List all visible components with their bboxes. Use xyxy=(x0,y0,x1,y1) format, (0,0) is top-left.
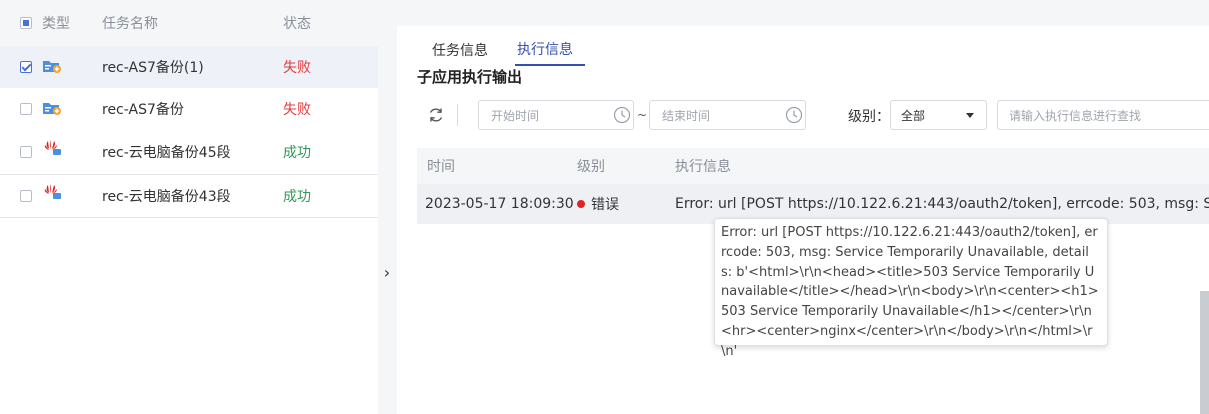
search-placeholder: 请输入执行信息进行查找 xyxy=(1009,108,1142,123)
row-checkbox[interactable] xyxy=(20,146,32,158)
caret-down-icon xyxy=(966,113,974,118)
column-header-level: 级别 xyxy=(577,159,605,175)
task-name: rec-云电脑备份45段 xyxy=(102,145,231,161)
task-row[interactable]: rec-AS7备份(1) 失败 xyxy=(0,46,378,89)
huawei-cloud-pc-icon xyxy=(44,184,61,199)
clock-icon xyxy=(613,106,631,124)
row-checkbox[interactable] xyxy=(20,103,32,115)
select-all-checkbox[interactable] xyxy=(20,17,32,29)
as-backup-icon xyxy=(43,61,61,73)
log-level: 错误 xyxy=(577,184,619,224)
expand-panel-button[interactable]: › xyxy=(378,252,396,292)
status-badge: 成功 xyxy=(283,145,311,161)
status-badge: 成功 xyxy=(283,189,311,205)
column-header-time: 时间 xyxy=(427,159,455,175)
task-row[interactable]: rec-AS7备份 失败 xyxy=(0,88,378,131)
scrollbar-thumb[interactable] xyxy=(1200,291,1209,414)
task-name: rec-AS7备份 xyxy=(102,102,184,118)
active-tab-indicator xyxy=(515,64,585,66)
status-badge: 失败 xyxy=(283,102,311,118)
clock-icon xyxy=(785,106,803,124)
column-header-task-name[interactable]: 任务名称 xyxy=(102,0,158,46)
search-input[interactable]: 请输入执行信息进行查找 xyxy=(997,100,1209,130)
as-backup-icon xyxy=(43,103,61,115)
end-time-placeholder: 结束时间 xyxy=(662,108,711,123)
task-row[interactable]: rec-云电脑备份45段 成功 xyxy=(0,130,378,175)
column-header-status[interactable]: 状态 xyxy=(283,0,311,46)
date-range-separator: ~ xyxy=(637,108,648,122)
level-select-value: 全部 xyxy=(901,108,926,123)
log-time: 2023-05-17 18:09:30 xyxy=(425,196,574,212)
chevron-right-icon: › xyxy=(383,262,391,282)
column-header-message: 执行信息 xyxy=(675,159,731,175)
task-name: rec-云电脑备份43段 xyxy=(102,189,231,205)
task-row[interactable]: rec-云电脑备份43段 成功 xyxy=(0,175,378,218)
toolbar-divider xyxy=(457,104,458,126)
refresh-icon[interactable] xyxy=(427,106,445,124)
end-time-input[interactable]: 结束时间 xyxy=(649,100,806,130)
task-list-panel: 类型 任务名称 状态 rec-AS7备份(1) 失败 rec-AS7备份 失败 xyxy=(0,0,378,414)
status-badge: 失败 xyxy=(283,60,311,76)
task-list-header: 类型 任务名称 状态 xyxy=(0,0,378,46)
message-tooltip: Error: url [POST https://10.122.6.21:443… xyxy=(714,218,1108,359)
task-name: rec-AS7备份(1) xyxy=(102,60,204,76)
level-select[interactable]: 全部 xyxy=(890,100,987,130)
start-time-input[interactable]: 开始时间 xyxy=(478,100,634,130)
column-header-type[interactable]: 类型 xyxy=(42,0,70,46)
huawei-cloud-pc-icon xyxy=(44,140,61,155)
log-level-text: 错误 xyxy=(591,197,619,213)
tab-execution-info[interactable]: 执行信息 xyxy=(515,34,575,66)
error-dot-icon xyxy=(577,200,585,208)
tab-task-info[interactable]: 任务信息 xyxy=(432,34,488,66)
start-time-placeholder: 开始时间 xyxy=(491,108,540,123)
log-table-header: 时间 级别 执行信息 xyxy=(417,148,1209,184)
level-label: 级别： xyxy=(848,109,890,125)
section-title: 子应用执行输出 xyxy=(417,68,523,86)
row-checkbox[interactable] xyxy=(20,61,32,73)
row-checkbox[interactable] xyxy=(20,190,32,202)
